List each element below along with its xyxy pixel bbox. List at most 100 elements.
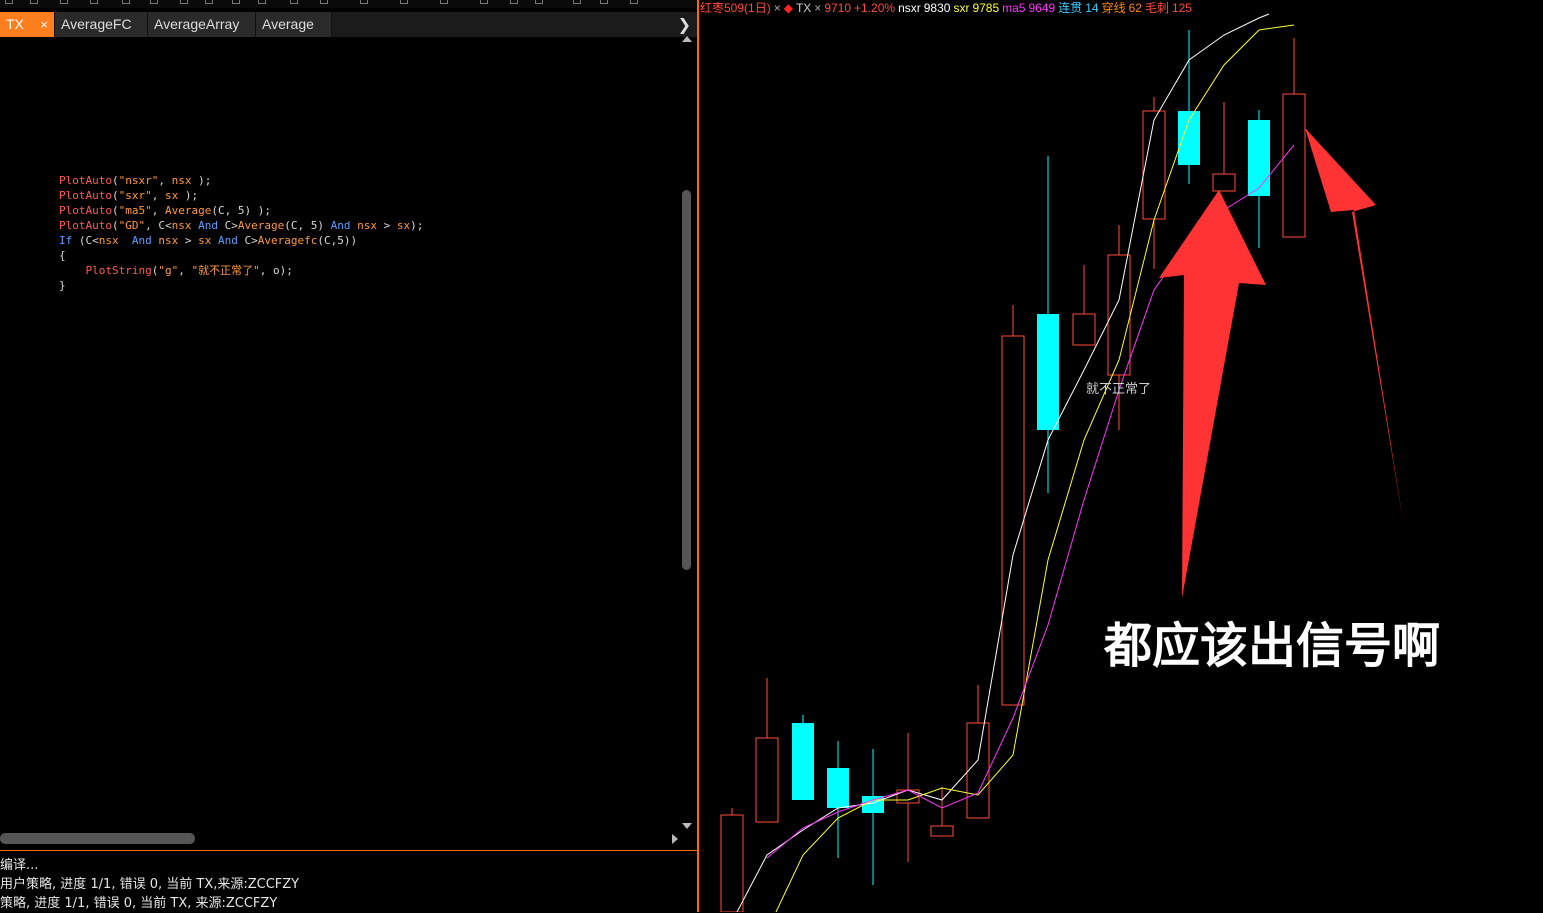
toolbar-icon[interactable]: [5, 0, 13, 4]
editor-toolbar: [0, 0, 699, 8]
chart-pane[interactable]: 红枣509(1日) × ◆ TX × 9710 +1.20% nsxr 9830 sxr 9785 m…: [699, 0, 1543, 912]
output-line: 编译...: [0, 858, 39, 873]
diamond-icon: ◆: [783, 1, 793, 15]
toolbar-icon[interactable]: [232, 0, 240, 4]
toolbar-icon[interactable]: [535, 0, 543, 4]
candle-body: [966, 722, 990, 819]
candle-body: [827, 768, 849, 808]
code-line[interactable]: }: [59, 278, 423, 293]
candle: [966, 685, 990, 819]
toolbar-icon[interactable]: [30, 0, 38, 4]
horizontal-scroll-thumb[interactable]: [0, 833, 195, 844]
candle: [720, 808, 744, 912]
lianguan-label: 连贯: [1058, 1, 1083, 15]
price-value: 9710: [824, 1, 852, 15]
toolbar-icon[interactable]: [150, 0, 158, 4]
chart-legend: 红枣509(1日) × ◆ TX × 9710 +1.20% nsxr 9830 sxr 9785 m…: [700, 0, 1195, 16]
code-editor[interactable]: PlotAuto("nsxr", nsx ); PlotAuto("sxr", s…: [59, 173, 423, 293]
close-icon[interactable]: ×: [774, 1, 781, 15]
toolbar-icon[interactable]: [122, 0, 130, 4]
chevron-right-icon[interactable]: ❯: [678, 12, 691, 37]
code-line[interactable]: PlotAuto("GD", C<nsx And C>Average(C, 5)…: [59, 218, 423, 233]
toolbar-icon[interactable]: [573, 0, 581, 4]
candle-body: [1282, 93, 1306, 238]
candle-body: [720, 814, 744, 912]
candle-body: [792, 723, 814, 800]
vertical-scroll-thumb[interactable]: [682, 190, 691, 570]
candle-body: [1001, 335, 1025, 706]
toolbar-icon[interactable]: [258, 0, 266, 4]
toolbar-icon[interactable]: [180, 0, 188, 4]
candle: [930, 787, 954, 837]
tab-label: AverageArray: [154, 16, 240, 32]
candle: [792, 715, 814, 800]
maoci-value: 125: [1171, 1, 1192, 15]
candle-body: [1248, 120, 1270, 196]
candle: [1001, 305, 1025, 706]
code-line[interactable]: If (C<nsx And nsx > sx And C>Averagefc(C…: [59, 233, 423, 248]
toolbar-icon[interactable]: [630, 0, 638, 4]
nsxr-label: nsxr: [898, 1, 921, 15]
candle: [1142, 97, 1166, 269]
tab-label: Average: [262, 16, 314, 32]
code-line[interactable]: PlotAuto("sxr", sx );: [59, 188, 423, 203]
candle-body: [930, 825, 954, 837]
ma5-label: ma5: [1002, 1, 1026, 15]
maoci-label: 毛刺: [1144, 1, 1169, 15]
tab-averagearray[interactable]: AverageArray: [148, 12, 256, 37]
candle-body: [1142, 110, 1166, 220]
nsxr-value: 9830: [923, 1, 951, 15]
toolbar-icon[interactable]: [400, 0, 408, 4]
code-line[interactable]: PlotAuto("ma5", Average(C, 5) );: [59, 203, 423, 218]
red-arrow-icon: [1305, 128, 1404, 527]
code-line[interactable]: PlotString("g", "就不正常了", o);: [59, 263, 423, 278]
candle: [1212, 102, 1236, 192]
candle: [862, 749, 884, 885]
candle-body: [1037, 314, 1059, 430]
lianguan-value: 14: [1085, 1, 1099, 15]
red-arrow-icon: [1159, 190, 1266, 598]
candle-body: [755, 737, 779, 823]
kline-chart[interactable]: [699, 0, 1543, 912]
toolbar-icon[interactable]: [205, 0, 213, 4]
toolbar-icon[interactable]: [510, 0, 518, 4]
toolbar-icon[interactable]: [290, 0, 298, 4]
indicator-label: TX: [795, 1, 812, 15]
close-icon[interactable]: ×: [40, 12, 48, 37]
sxr-value: 9785: [972, 1, 1000, 15]
code-line[interactable]: PlotAuto("nsxr", nsx );: [59, 173, 423, 188]
scroll-up-icon[interactable]: [682, 36, 692, 42]
candle: [1037, 156, 1059, 493]
code-line[interactable]: {: [59, 248, 423, 263]
candle: [1282, 38, 1306, 238]
output-line: 用户策略, 进度 1/1, 错误 0, 当前 TX,来源:ZCCFZY: [0, 877, 300, 892]
editor-pane: TX × AverageFC AverageArray Average ❯ Pl…: [0, 0, 699, 912]
candle-body: [1072, 313, 1096, 346]
tab-averagefc[interactable]: AverageFC: [55, 12, 148, 37]
symbol-label: 红枣509(1日): [700, 1, 771, 15]
annotation-caption: 都应该出信号啊: [1104, 618, 1441, 674]
toolbar-icon[interactable]: [60, 0, 68, 4]
toolbar-icon[interactable]: [480, 0, 488, 4]
tab-average[interactable]: Average: [256, 12, 332, 37]
output-panel: 编译... 用户策略, 进度 1/1, 错误 0, 当前 TX,来源:ZCCFZ…: [0, 856, 299, 913]
tab-label: AverageFC: [61, 16, 132, 32]
sxr-label: sxr: [953, 1, 970, 15]
toolbar-icon[interactable]: [320, 0, 328, 4]
toolbar-icon[interactable]: [90, 0, 98, 4]
toolbar-icon[interactable]: [600, 0, 608, 4]
sxr-line: [775, 24, 1295, 912]
scroll-right-icon[interactable]: [672, 834, 678, 844]
tab-tx[interactable]: TX ×: [0, 12, 55, 37]
candle: [1072, 265, 1096, 346]
toolbar-icon[interactable]: [360, 0, 368, 4]
close-icon[interactable]: ×: [814, 1, 821, 15]
ma5-value: 9649: [1028, 1, 1056, 15]
toolbar-icon[interactable]: [440, 0, 448, 4]
tab-label: TX: [6, 16, 24, 32]
candle: [827, 741, 849, 858]
candle: [755, 678, 779, 823]
output-line: 策略, 进度 1/1, 错误 0, 当前 TX, 来源:ZCCFZY: [0, 896, 278, 911]
editor-tab-bar: TX × AverageFC AverageArray Average: [0, 12, 699, 37]
scroll-down-icon[interactable]: [682, 823, 692, 829]
